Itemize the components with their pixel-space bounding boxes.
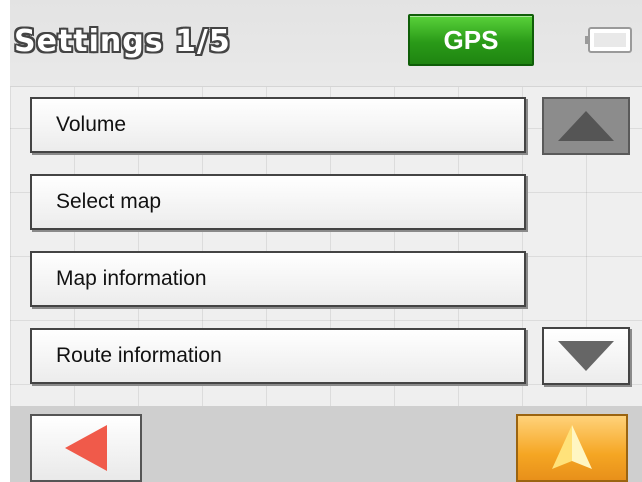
menu-item-select-map[interactable]: Select map [30, 174, 526, 230]
scroll-down-button[interactable] [542, 327, 630, 385]
left-edge-strip [0, 0, 10, 482]
scroll-up-button[interactable] [542, 97, 630, 155]
menu-item-volume[interactable]: Volume [30, 97, 526, 153]
menu-item-label: Select map [56, 190, 162, 213]
battery-icon [585, 27, 632, 53]
triangle-up-icon [558, 111, 614, 141]
battery-tip [585, 36, 588, 44]
gps-status-button[interactable]: GPS [408, 14, 534, 66]
menu-item-map-information[interactable]: Map information [30, 251, 526, 307]
back-button[interactable] [30, 414, 142, 482]
navigation-arrow-icon [552, 425, 592, 469]
menu-item-label: Volume [56, 113, 127, 136]
triangle-down-icon [558, 341, 614, 371]
menu-item-route-information[interactable]: Route information [30, 328, 526, 384]
menu-item-label: Map information [56, 267, 207, 290]
page-title: Settings 1/5 [14, 24, 231, 59]
settings-screen: Settings 1/5 GPS Volume Select map Map i… [10, 0, 642, 482]
battery-level [594, 33, 626, 47]
triangle-left-icon [65, 425, 107, 471]
navigate-button[interactable] [516, 414, 628, 482]
menu-item-label: Route information [56, 344, 222, 367]
